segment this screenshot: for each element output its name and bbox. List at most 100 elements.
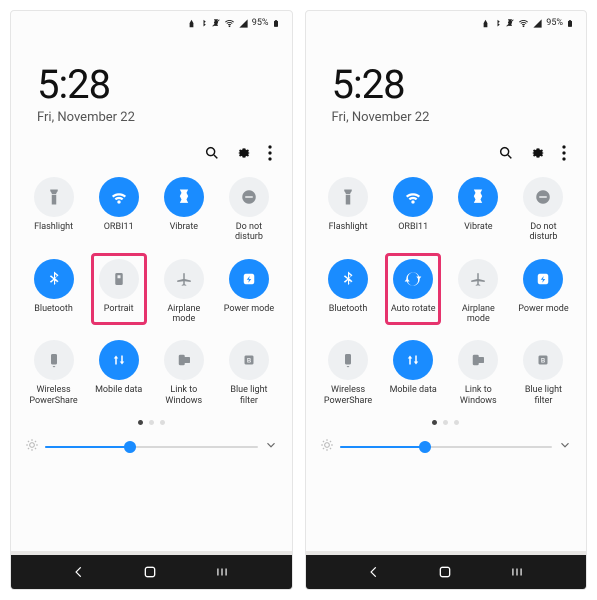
tile-label: Blue light filter: [221, 385, 277, 406]
back-button[interactable]: [72, 565, 86, 579]
tile-label: Power mode: [221, 304, 277, 314]
tile-bluetooth[interactable]: Bluetooth: [21, 259, 86, 325]
tile-label: Wireless PowerShare: [26, 385, 82, 406]
clock-time: 5:28: [332, 61, 587, 108]
powershare-icon[interactable]: [328, 340, 368, 380]
tile-portrait[interactable]: Portrait: [86, 259, 151, 325]
tile-label: Airplane mode: [450, 304, 506, 325]
vibrate-icon[interactable]: [458, 177, 498, 217]
mobiledata-icon[interactable]: [99, 340, 139, 380]
brightness-track[interactable]: [45, 446, 258, 448]
chevron-down-icon[interactable]: [558, 437, 572, 456]
tile-label: Auto rotate: [385, 304, 441, 314]
pager-dot: [160, 420, 165, 425]
clock-date: Fri, November 22: [332, 110, 587, 125]
tile-dnd[interactable]: Do not disturb: [216, 177, 281, 243]
tile-flashlight[interactable]: Flashlight: [21, 177, 86, 243]
recents-button[interactable]: [214, 565, 230, 579]
brightness-slider[interactable]: [11, 431, 292, 466]
home-button[interactable]: [437, 564, 453, 580]
powershare-icon[interactable]: [34, 340, 74, 380]
tile-label: Bluetooth: [320, 304, 376, 314]
tile-wifi[interactable]: ORBI11: [86, 177, 151, 243]
tile-label: Vibrate: [450, 222, 506, 232]
tile-bluetooth[interactable]: Bluetooth: [316, 259, 381, 325]
tile-airplane[interactable]: Airplane mode: [446, 259, 511, 325]
page-indicator: [11, 406, 292, 431]
quick-settings-grid: Flashlight ORBI11 Vibrate Do not disturb Blu…: [11, 175, 292, 406]
home-button[interactable]: [142, 564, 158, 580]
mobiledata-icon[interactable]: [393, 340, 433, 380]
tile-autorotate[interactable]: Auto rotate: [381, 259, 446, 325]
clock-block: 5:28 Fri, November 22: [306, 33, 587, 139]
pager-dot: [443, 420, 448, 425]
recents-button[interactable]: [509, 565, 525, 579]
flashlight-icon[interactable]: [328, 177, 368, 217]
brightness-slider[interactable]: [306, 431, 587, 466]
brightness-icon: [320, 437, 334, 456]
tile-label: Flashlight: [320, 222, 376, 232]
portrait-icon[interactable]: [99, 259, 139, 299]
more-icon[interactable]: [268, 145, 272, 165]
tile-wifi[interactable]: ORBI11: [381, 177, 446, 243]
settings-icon[interactable]: [236, 145, 252, 165]
link-icon[interactable]: [458, 340, 498, 380]
panel-actions: [306, 139, 587, 175]
tile-vibrate[interactable]: Vibrate: [151, 177, 216, 243]
chevron-down-icon[interactable]: [264, 437, 278, 456]
tile-link[interactable]: Link to Windows: [151, 340, 216, 406]
svg-text:B: B: [541, 359, 546, 365]
tile-bluelight[interactable]: B Blue light filter: [511, 340, 576, 406]
tile-mobiledata[interactable]: Mobile data: [381, 340, 446, 406]
more-icon[interactable]: [562, 145, 566, 165]
power-icon[interactable]: [523, 259, 563, 299]
tile-powershare[interactable]: Wireless PowerShare: [21, 340, 86, 406]
tile-bluelight[interactable]: B Blue light filter: [216, 340, 281, 406]
dnd-icon[interactable]: [523, 177, 563, 217]
vibrate-icon[interactable]: [164, 177, 204, 217]
power-icon[interactable]: [229, 259, 269, 299]
pager-dot: [149, 420, 154, 425]
tile-label: Portrait: [91, 304, 147, 314]
tile-flashlight[interactable]: Flashlight: [316, 177, 381, 243]
tile-dnd[interactable]: Do not disturb: [511, 177, 576, 243]
tile-airplane[interactable]: Airplane mode: [151, 259, 216, 325]
search-icon[interactable]: [204, 145, 220, 165]
pager-dot: [432, 420, 437, 425]
wifi-icon[interactable]: [99, 177, 139, 217]
phone-screen-1: 95% 5:28 Fri, November 22 Flashlight ORBI…: [10, 10, 293, 590]
tile-power[interactable]: Power mode: [511, 259, 576, 325]
bluetooth-icon[interactable]: [328, 259, 368, 299]
airplane-icon[interactable]: [164, 259, 204, 299]
bluetooth-icon[interactable]: [34, 259, 74, 299]
brightness-track[interactable]: [340, 446, 553, 448]
autorotate-icon[interactable]: [393, 259, 433, 299]
bluelight-icon[interactable]: B: [523, 340, 563, 380]
navigation-bar: [306, 555, 587, 589]
tile-label: Blue light filter: [515, 385, 571, 406]
clock-time: 5:28: [37, 61, 292, 108]
tile-label: Flashlight: [26, 222, 82, 232]
bluelight-icon[interactable]: B: [229, 340, 269, 380]
search-icon[interactable]: [498, 145, 514, 165]
back-button[interactable]: [367, 565, 381, 579]
dnd-icon[interactable]: [229, 177, 269, 217]
tile-label: Link to Windows: [156, 385, 212, 406]
clock-date: Fri, November 22: [37, 110, 292, 125]
clock-block: 5:28 Fri, November 22: [11, 33, 292, 139]
wifi-icon[interactable]: [393, 177, 433, 217]
tile-label: Bluetooth: [26, 304, 82, 314]
link-icon[interactable]: [164, 340, 204, 380]
flashlight-icon[interactable]: [34, 177, 74, 217]
tile-mobiledata[interactable]: Mobile data: [86, 340, 151, 406]
tile-powershare[interactable]: Wireless PowerShare: [316, 340, 381, 406]
panel-actions: [11, 139, 292, 175]
tile-label: ORBI11: [91, 222, 147, 232]
tile-power[interactable]: Power mode: [216, 259, 281, 325]
status-bar: 95%: [11, 11, 292, 33]
settings-icon[interactable]: [530, 145, 546, 165]
tile-link[interactable]: Link to Windows: [446, 340, 511, 406]
airplane-icon[interactable]: [458, 259, 498, 299]
tile-vibrate[interactable]: Vibrate: [446, 177, 511, 243]
tile-label: Vibrate: [156, 222, 212, 232]
